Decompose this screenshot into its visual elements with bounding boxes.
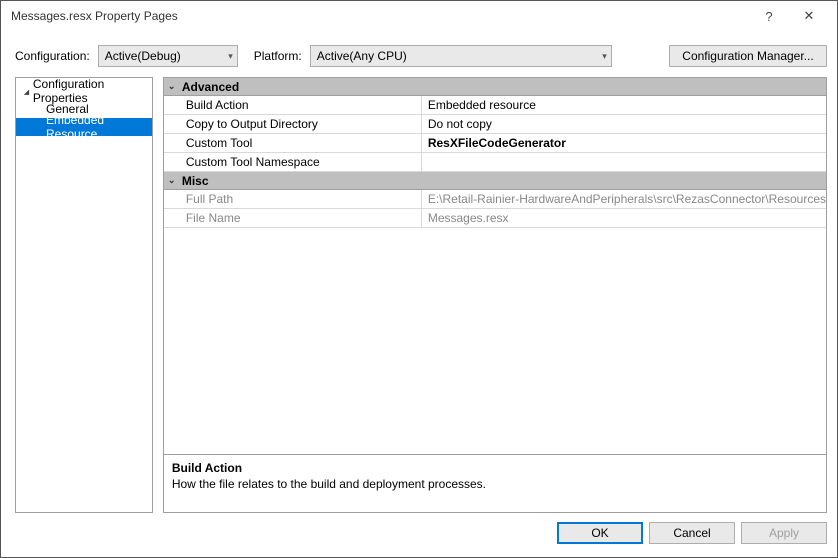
- window-title: Messages.resx Property Pages: [11, 9, 749, 23]
- category-label: Advanced: [182, 80, 239, 94]
- platform-label: Platform:: [254, 49, 302, 63]
- description-text: How the file relates to the build and de…: [172, 477, 818, 491]
- prop-custom-tool-namespace[interactable]: Custom Tool Namespace: [164, 153, 826, 172]
- prop-name: File Name: [164, 209, 422, 227]
- close-button[interactable]: ✕: [789, 8, 829, 24]
- configuration-manager-button[interactable]: Configuration Manager...: [669, 45, 827, 67]
- platform-dropdown[interactable]: Active(Any CPU) ▾: [310, 45, 612, 67]
- prop-custom-tool[interactable]: Custom Tool ResXFileCodeGenerator: [164, 134, 826, 153]
- ok-button[interactable]: OK: [557, 522, 643, 544]
- tree-label: Configuration Properties: [33, 77, 152, 105]
- prop-name: Full Path: [164, 190, 422, 208]
- chevron-down-icon: ⌄: [168, 175, 182, 186]
- tree-item-embedded-resource[interactable]: Embedded Resource: [16, 118, 152, 136]
- property-grid-body: [164, 228, 826, 454]
- prop-value[interactable]: Do not copy: [422, 115, 826, 133]
- prop-value: E:\Retail-Rainier-HardwareAndPeripherals…: [422, 190, 826, 208]
- configuration-dropdown[interactable]: Active(Debug) ▾: [98, 45, 238, 67]
- configuration-label: Configuration:: [15, 49, 90, 63]
- category-advanced[interactable]: ⌄ Advanced: [164, 78, 826, 96]
- prop-value[interactable]: ResXFileCodeGenerator: [422, 134, 826, 152]
- prop-file-name: File Name Messages.resx: [164, 209, 826, 228]
- prop-name: Build Action: [164, 96, 422, 114]
- tree-label: Embedded Resource: [46, 113, 152, 141]
- prop-full-path: Full Path E:\Retail-Rainier-HardwareAndP…: [164, 190, 826, 209]
- cancel-button[interactable]: Cancel: [649, 522, 735, 544]
- platform-value: Active(Any CPU): [317, 49, 407, 63]
- prop-name: Custom Tool: [164, 134, 422, 152]
- prop-value: Messages.resx: [422, 209, 826, 227]
- expand-icon[interactable]: [20, 86, 33, 96]
- apply-button[interactable]: Apply: [741, 522, 827, 544]
- prop-copy-to-output[interactable]: Copy to Output Directory Do not copy: [164, 115, 826, 134]
- nav-tree: Configuration Properties General Embedde…: [15, 77, 153, 513]
- tree-item-config-properties[interactable]: Configuration Properties: [16, 82, 152, 100]
- property-grid: ⌄ Advanced Build Action Embedded resourc…: [163, 77, 827, 513]
- prop-name: Copy to Output Directory: [164, 115, 422, 133]
- chevron-down-icon: ⌄: [168, 81, 182, 92]
- prop-name: Custom Tool Namespace: [164, 153, 422, 171]
- prop-value[interactable]: [422, 153, 826, 171]
- main-area: Configuration Properties General Embedde…: [1, 77, 837, 517]
- titlebar: Messages.resx Property Pages ? ✕: [1, 1, 837, 31]
- chevron-down-icon: ▾: [602, 51, 607, 62]
- category-misc[interactable]: ⌄ Misc: [164, 172, 826, 190]
- chevron-down-icon: ▾: [228, 51, 233, 62]
- configuration-value: Active(Debug): [105, 49, 181, 63]
- prop-build-action[interactable]: Build Action Embedded resource: [164, 96, 826, 115]
- description-pane: Build Action How the file relates to the…: [164, 454, 826, 512]
- category-label: Misc: [182, 174, 209, 188]
- prop-value[interactable]: Embedded resource: [422, 96, 826, 114]
- help-button[interactable]: ?: [749, 9, 789, 24]
- description-title: Build Action: [172, 461, 818, 475]
- configuration-bar: Configuration: Active(Debug) ▾ Platform:…: [1, 31, 837, 77]
- dialog-buttons: OK Cancel Apply: [1, 517, 837, 557]
